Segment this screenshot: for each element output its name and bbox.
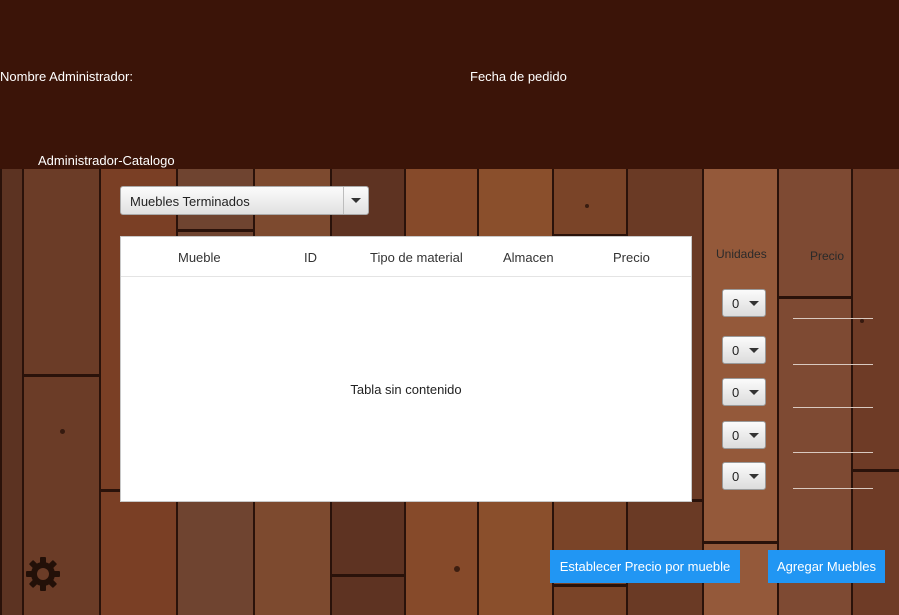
price-field-4[interactable] <box>793 452 873 453</box>
chevron-down-icon <box>749 348 759 353</box>
price-field-1[interactable] <box>793 318 873 319</box>
column-header-mueble[interactable]: Mueble <box>178 250 221 265</box>
add-furniture-button[interactable]: Agregar Muebles <box>768 550 885 583</box>
units-selector-2[interactable]: 0 <box>722 336 766 364</box>
category-dropdown[interactable]: Muebles Terminados <box>120 186 369 215</box>
table-header: Mueble ID Tipo de material Almacen Preci… <box>121 237 691 277</box>
units-value-5: 0 <box>732 469 740 484</box>
units-value-4: 0 <box>732 428 740 443</box>
set-price-button[interactable]: Establecer Precio por mueble <box>550 550 740 583</box>
price-field-3[interactable] <box>793 407 873 408</box>
units-value-2: 0 <box>732 343 740 358</box>
units-value-3: 0 <box>732 385 740 400</box>
chevron-down-icon <box>749 390 759 395</box>
gear-icon[interactable] <box>24 555 62 593</box>
units-label: Unidades <box>716 247 767 261</box>
section-title: Administrador-Catalogo <box>38 153 175 168</box>
category-dropdown-value: Muebles Terminados <box>130 194 250 209</box>
order-date-label: Fecha de pedido <box>470 69 567 84</box>
price-field-2[interactable] <box>793 364 873 365</box>
units-value-1: 0 <box>732 296 740 311</box>
units-selector-3[interactable]: 0 <box>722 378 766 406</box>
units-selector-1[interactable]: 0 <box>722 289 766 317</box>
header-bar: Nombre Administrador: Fecha de pedido Ad… <box>0 0 899 169</box>
price-field-5[interactable] <box>793 488 873 489</box>
chevron-down-icon <box>351 198 361 203</box>
price-label: Precio <box>810 249 845 263</box>
furniture-table[interactable]: Mueble ID Tipo de material Almacen Preci… <box>120 236 692 502</box>
units-selector-5[interactable]: 0 <box>722 462 766 490</box>
table-empty-message: Tabla sin contenido <box>350 382 462 397</box>
chevron-down-icon <box>749 301 759 306</box>
chevron-down-icon <box>749 433 759 438</box>
dropdown-arrow-button[interactable] <box>343 187 368 214</box>
chevron-down-icon <box>749 474 759 479</box>
column-header-material[interactable]: Tipo de material <box>370 250 463 265</box>
column-header-precio[interactable]: Precio <box>613 250 650 265</box>
units-selector-4[interactable]: 0 <box>722 421 766 449</box>
admin-name-label: Nombre Administrador: <box>0 69 133 84</box>
column-header-id[interactable]: ID <box>304 250 317 265</box>
column-header-almacen[interactable]: Almacen <box>503 250 554 265</box>
